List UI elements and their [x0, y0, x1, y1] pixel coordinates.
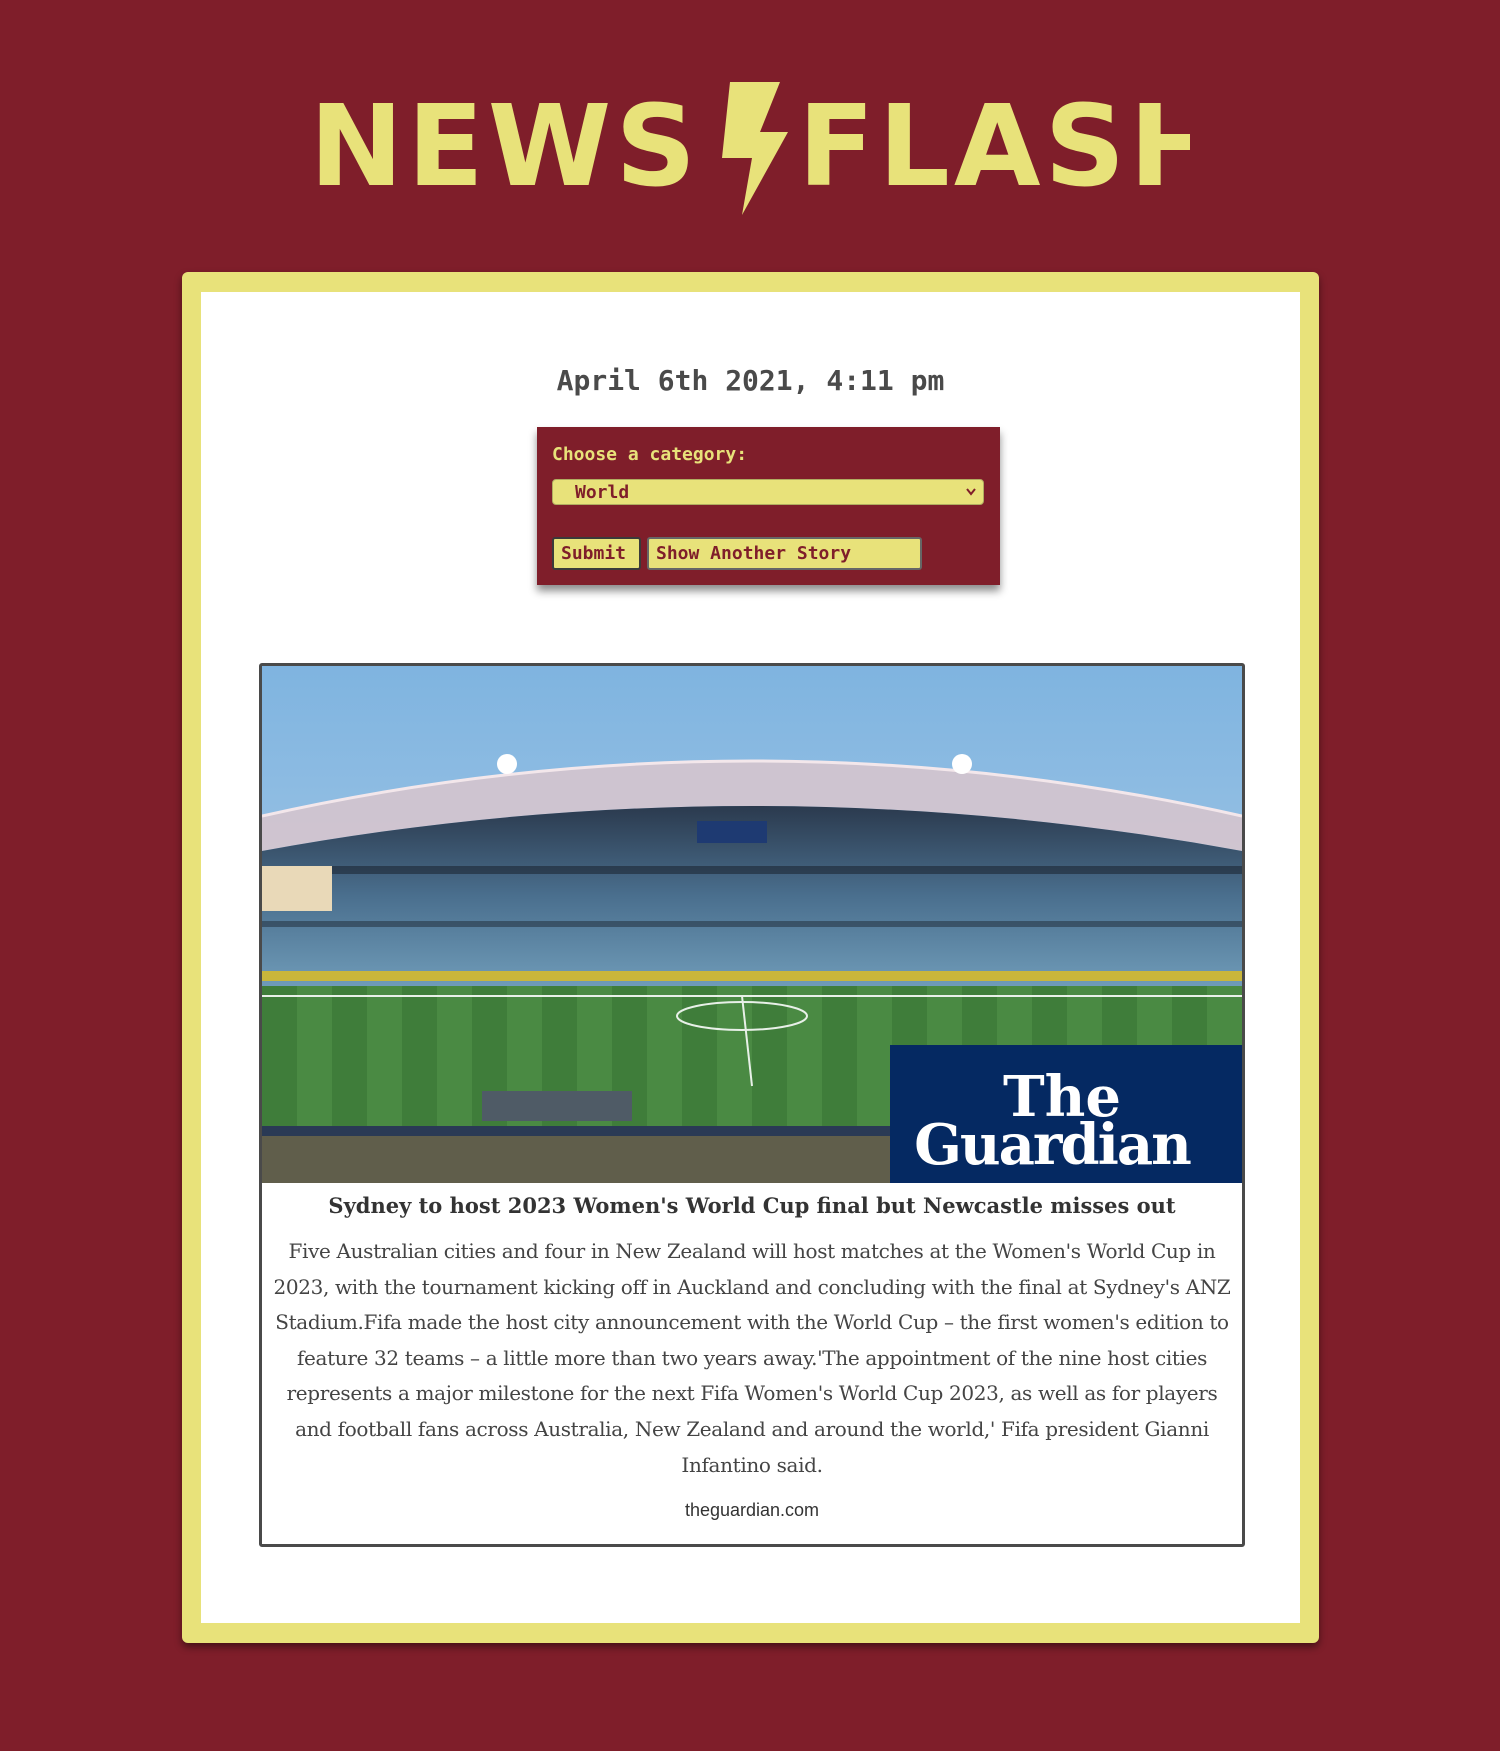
- guardian-watermark-guardian: Guardian: [914, 1112, 1191, 1178]
- story-source: theguardian.com: [684, 1500, 820, 1520]
- submit-button[interactable]: Submit: [552, 537, 641, 570]
- site-logo: NEWS FLASH: [0, 70, 1500, 220]
- lightning-bolt-icon: [722, 82, 788, 215]
- current-datetime: April 6th 2021, 4:11 pm: [556, 364, 945, 397]
- story-headline: Sydney to host 2023 Women's World Cup fi…: [328, 1193, 1176, 1218]
- story-body: Five Australian cities and four in New Z…: [273, 1239, 1231, 1477]
- story-image: The Guardian: [262, 666, 1242, 1183]
- category-form: Choose a category: World Submit Show Ano…: [537, 427, 1000, 585]
- logo-text-right: FLASH: [798, 82, 1190, 212]
- category-select[interactable]: World: [552, 479, 984, 505]
- content-frame: April 6th 2021, 4:11 pm Choose a categor…: [182, 272, 1319, 1643]
- content-panel: April 6th 2021, 4:11 pm Choose a categor…: [201, 292, 1300, 1623]
- chevron-down-icon: [966, 488, 976, 496]
- category-label: Choose a category:: [552, 444, 748, 465]
- story-card: The Guardian Sydney to host 2023 Women's…: [259, 663, 1245, 1547]
- show-another-story-button[interactable]: Show Another Story: [647, 537, 922, 570]
- logo-text-left: NEWS: [310, 82, 700, 212]
- category-selected-value: World: [575, 482, 630, 503]
